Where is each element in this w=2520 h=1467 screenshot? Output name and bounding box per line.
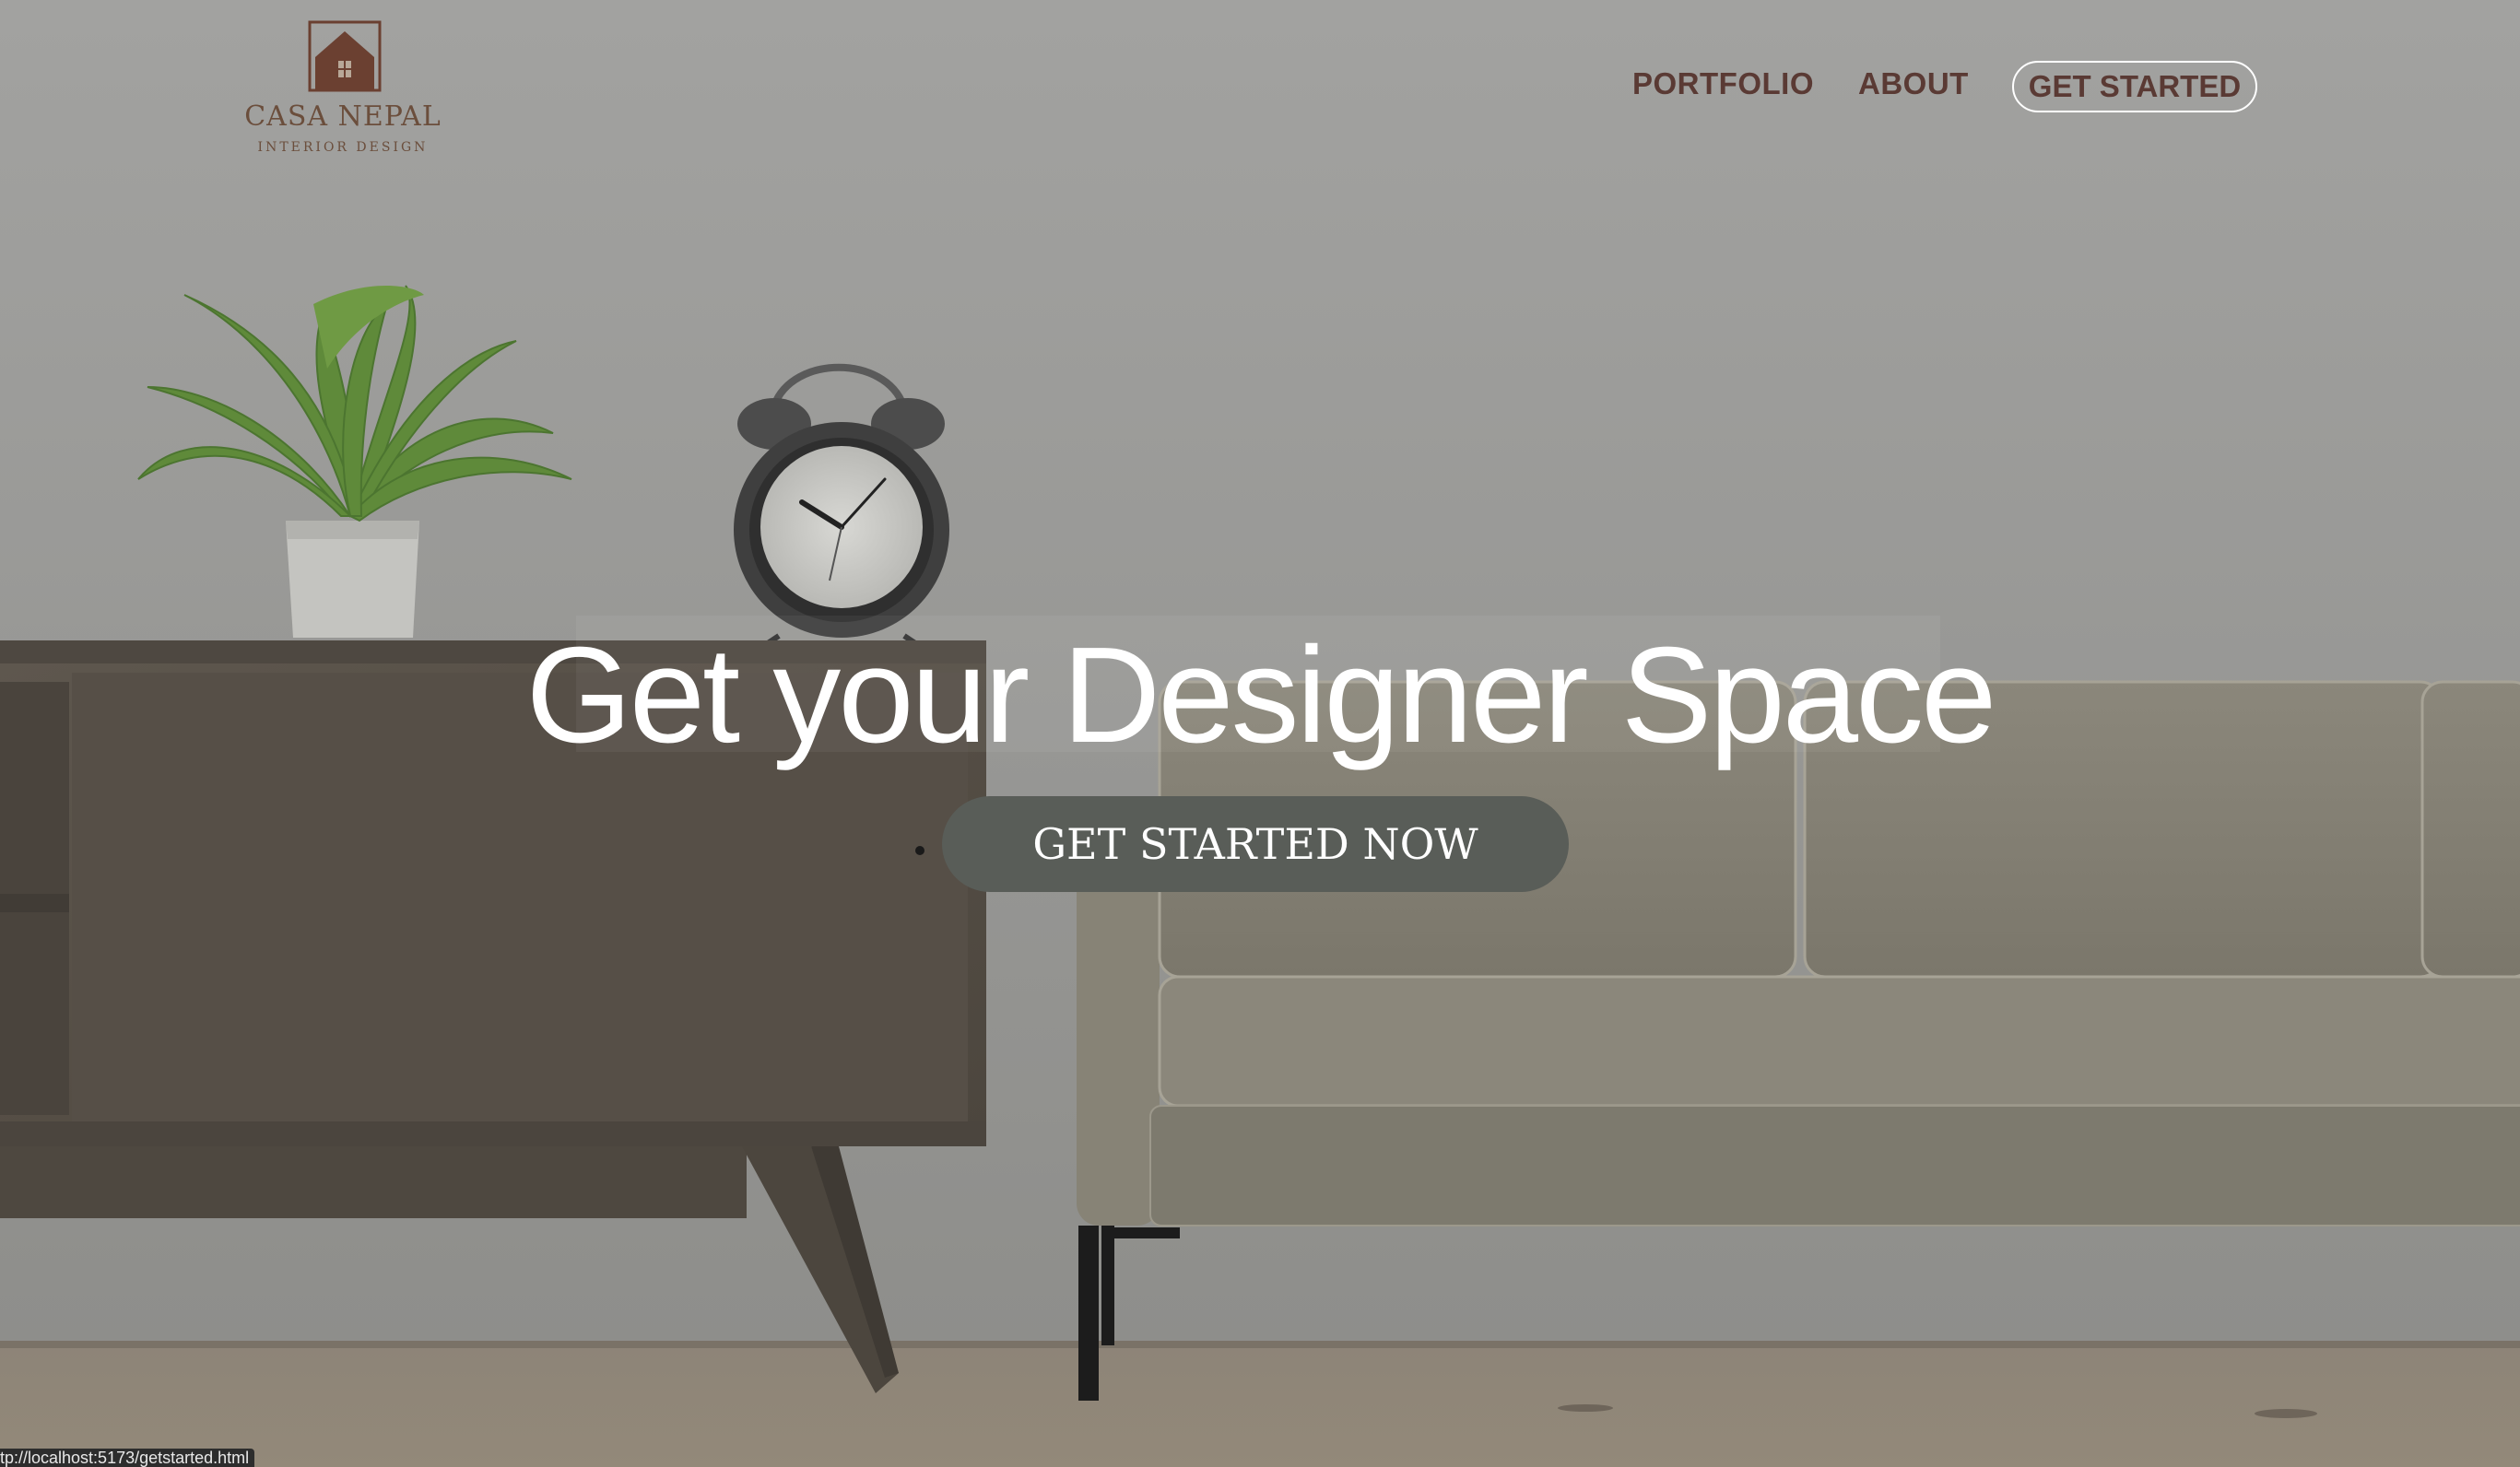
status-bar-url: tp://localhost:5173/getstarted.html [0, 1449, 255, 1467]
nav-link-about[interactable]: ABOUT [1858, 66, 1969, 101]
brand-tagline: INTERIOR DESIGN [257, 140, 429, 155]
house-logo-icon [308, 20, 382, 92]
brand-logo[interactable]: CASA NEPAL INTERIOR DESIGN [241, 20, 444, 158]
get-started-now-button[interactable]: GET STARTED NOW [942, 796, 1569, 892]
brand-name: CASA NEPAL [244, 100, 442, 133]
hero-title: Get your Designer Space [525, 619, 1997, 771]
nav-get-started-button[interactable]: GET STARTED [2012, 61, 2257, 112]
nav-link-portfolio[interactable]: PORTFOLIO [1632, 66, 1814, 101]
